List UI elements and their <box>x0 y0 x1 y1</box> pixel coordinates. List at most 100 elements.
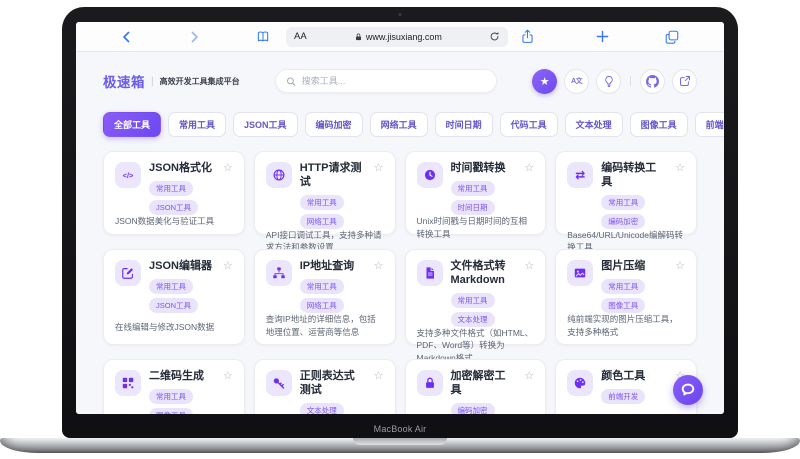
tool-tag: 图像工具 <box>149 407 193 414</box>
tool-title: IP地址查询 <box>299 260 355 272</box>
tab-code-tools[interactable]: 代码工具 <box>499 112 558 137</box>
github-button[interactable] <box>640 68 665 94</box>
tool-card-encode-convert[interactable]: ⇄ 编码转换工具 常用工具 编码加密 ☆ Base64/URL/Unicode编… <box>555 151 697 252</box>
swap-arrows-icon: ⇄ <box>567 162 594 188</box>
share-icon[interactable] <box>521 29 534 44</box>
tool-tag: 常用工具 <box>149 388 193 404</box>
tab-encode-encrypt[interactable]: 编码加密 <box>304 112 363 137</box>
tool-tag: 常用工具 <box>149 180 193 196</box>
tool-tag: JSON工具 <box>149 199 199 215</box>
url-text: www.jisuxiang.com <box>365 31 442 42</box>
tool-title: HTTP请求测试 <box>299 162 362 188</box>
tab-network-tools[interactable]: 网络工具 <box>369 112 428 137</box>
tool-tag: 常用工具 <box>149 278 193 294</box>
tool-tag: 常用工具 <box>601 278 646 294</box>
browser-toolbar: AA www.jisuxiang.com <box>76 22 724 52</box>
favorite-star-icon[interactable]: ☆ <box>675 260 685 313</box>
favorite-star-icon[interactable]: ☆ <box>374 370 384 414</box>
tool-card-image-compress[interactable]: 图片压缩 常用工具 图像工具 ☆ 纯前端实现的图片压缩工具，支持多种格式 <box>555 249 697 345</box>
address-bar[interactable]: AA www.jisuxiang.com <box>286 26 508 47</box>
favorite-star-icon[interactable]: ☆ <box>223 370 233 414</box>
text-size-icon[interactable]: AA <box>294 31 307 42</box>
laptop-screen: AA www.jisuxiang.com 极速箱 | 高效开发工具集成平台 搜索… <box>76 22 724 414</box>
chat-bubble-icon <box>681 383 695 396</box>
tool-title: 颜色工具 <box>601 370 646 382</box>
favorite-star-icon[interactable]: ☆ <box>223 162 233 215</box>
tool-tag: 常用工具 <box>450 180 495 196</box>
tool-card-encrypt-decrypt[interactable]: 加密解密工具 编码加密 ☆ <box>404 359 547 414</box>
laptop-bezel: AA www.jisuxiang.com 极速箱 | 高效开发工具集成平台 搜索… <box>62 7 738 438</box>
favorite-star-icon[interactable]: ☆ <box>374 260 384 313</box>
site-logo[interactable]: 极速箱 <box>103 71 145 91</box>
favorites-star-button[interactable]: ★ <box>532 68 558 94</box>
tool-title: 编码转换工具 <box>601 162 657 188</box>
image-icon <box>567 260 594 286</box>
tool-tag: 编码加密 <box>450 402 495 414</box>
favorite-star-icon[interactable]: ☆ <box>223 260 233 313</box>
tool-tag: 前端开发 <box>601 388 646 404</box>
search-input[interactable] <box>301 76 486 86</box>
logo-separator: | <box>151 75 154 87</box>
tab-frontend-dev[interactable]: 前端开发 <box>694 112 724 137</box>
reload-icon[interactable] <box>489 31 500 42</box>
tool-tag: 网络工具 <box>299 297 344 313</box>
tool-description: 纯前端实现的图片压缩工具，支持多种格式 <box>567 313 678 337</box>
globe-icon <box>265 162 292 188</box>
qrcode-icon <box>115 370 141 396</box>
external-link-icon <box>679 76 690 86</box>
chat-fab-button[interactable] <box>673 375 703 405</box>
tab-datetime[interactable]: 时间日期 <box>434 112 493 137</box>
tool-tag: 常用工具 <box>299 194 344 210</box>
tab-all-tools[interactable]: 全部工具 <box>103 112 162 137</box>
file-icon <box>416 260 443 286</box>
external-link-button[interactable] <box>672 68 697 94</box>
tool-card-timestamp[interactable]: 时间戳转换 常用工具 时间日期 ☆ Unix时间戳与日期时间的互相转换工具 <box>404 151 547 239</box>
key-icon <box>265 370 292 396</box>
tab-json-tools[interactable]: JSON工具 <box>233 112 298 137</box>
tool-card-http-test[interactable]: HTTP请求测试 常用工具 网络工具 ☆ API接口调试工具，支持多种请求方法和… <box>253 151 396 252</box>
back-icon[interactable] <box>120 30 133 44</box>
tool-tag: 时间日期 <box>450 199 495 215</box>
tool-card-ip-lookup[interactable]: IP地址查询 常用工具 网络工具 ☆ 查询IP地址的详细信息，包括地理位置、运营… <box>253 249 396 345</box>
forward-icon[interactable] <box>188 30 201 44</box>
favorite-star-icon[interactable]: ☆ <box>374 162 384 229</box>
tool-card-json-format[interactable]: </> JSON格式化 常用工具 JSON工具 ☆ JSON数据美化与验证工具 <box>103 151 245 235</box>
github-icon <box>646 74 659 88</box>
favorite-star-icon[interactable]: ☆ <box>524 162 534 215</box>
lightbulb-icon <box>604 75 613 87</box>
tool-title: 文件格式转Markdown <box>450 260 506 286</box>
favorite-star-icon[interactable]: ☆ <box>675 162 685 229</box>
theme-toggle-button[interactable] <box>596 68 622 94</box>
search-bar[interactable] <box>274 69 497 93</box>
clock-icon <box>416 162 443 188</box>
favorite-star-icon[interactable]: ☆ <box>524 260 534 327</box>
tool-title: 加密解密工具 <box>450 370 506 396</box>
translate-button[interactable]: A文 <box>564 68 590 94</box>
search-icon <box>286 76 295 86</box>
bookmarks-icon[interactable] <box>256 30 270 44</box>
tool-card-qrcode[interactable]: 二维码生成 常用工具 图像工具 ☆ <box>103 359 245 414</box>
tool-tag: JSON工具 <box>149 297 199 313</box>
tool-tag: 常用工具 <box>450 292 495 308</box>
tool-title: 正则表达式测试 <box>299 370 355 396</box>
tab-common-tools[interactable]: 常用工具 <box>168 112 227 137</box>
tool-title: JSON编辑器 <box>149 260 212 272</box>
new-tab-icon[interactable] <box>596 30 609 43</box>
tab-text-process[interactable]: 文本处理 <box>564 112 623 137</box>
code-icon: </> <box>115 162 141 188</box>
tool-card-regex-test[interactable]: 正则表达式测试 文本处理 ☆ <box>253 359 396 414</box>
webcam-icon <box>398 13 402 16</box>
tool-card-file-to-markdown[interactable]: 文件格式转Markdown 常用工具 文本处理 ☆ 支持多种文件格式（如HTML… <box>404 249 547 363</box>
macbook-mockup: AA www.jisuxiang.com 极速箱 | 高效开发工具集成平台 搜索… <box>0 0 800 459</box>
tabs-overview-icon[interactable] <box>665 30 679 44</box>
site-header: 极速箱 | 高效开发工具集成平台 ★ A文 | <box>103 61 697 101</box>
tool-title: 时间戳转换 <box>450 162 506 174</box>
jisuxiang-page: 极速箱 | 高效开发工具集成平台 ★ A文 | <box>76 52 724 414</box>
tab-image-tools[interactable]: 图像工具 <box>629 112 688 137</box>
tool-tag: 常用工具 <box>299 278 344 294</box>
tool-title: JSON格式化 <box>149 162 212 174</box>
tool-card-json-editor[interactable]: JSON编辑器 常用工具 JSON工具 ☆ 在线编辑与修改JSON数据 <box>103 249 245 345</box>
tool-title: 二维码生成 <box>149 370 204 382</box>
favorite-star-icon[interactable]: ☆ <box>524 370 534 414</box>
icon-divider: | <box>629 75 632 87</box>
